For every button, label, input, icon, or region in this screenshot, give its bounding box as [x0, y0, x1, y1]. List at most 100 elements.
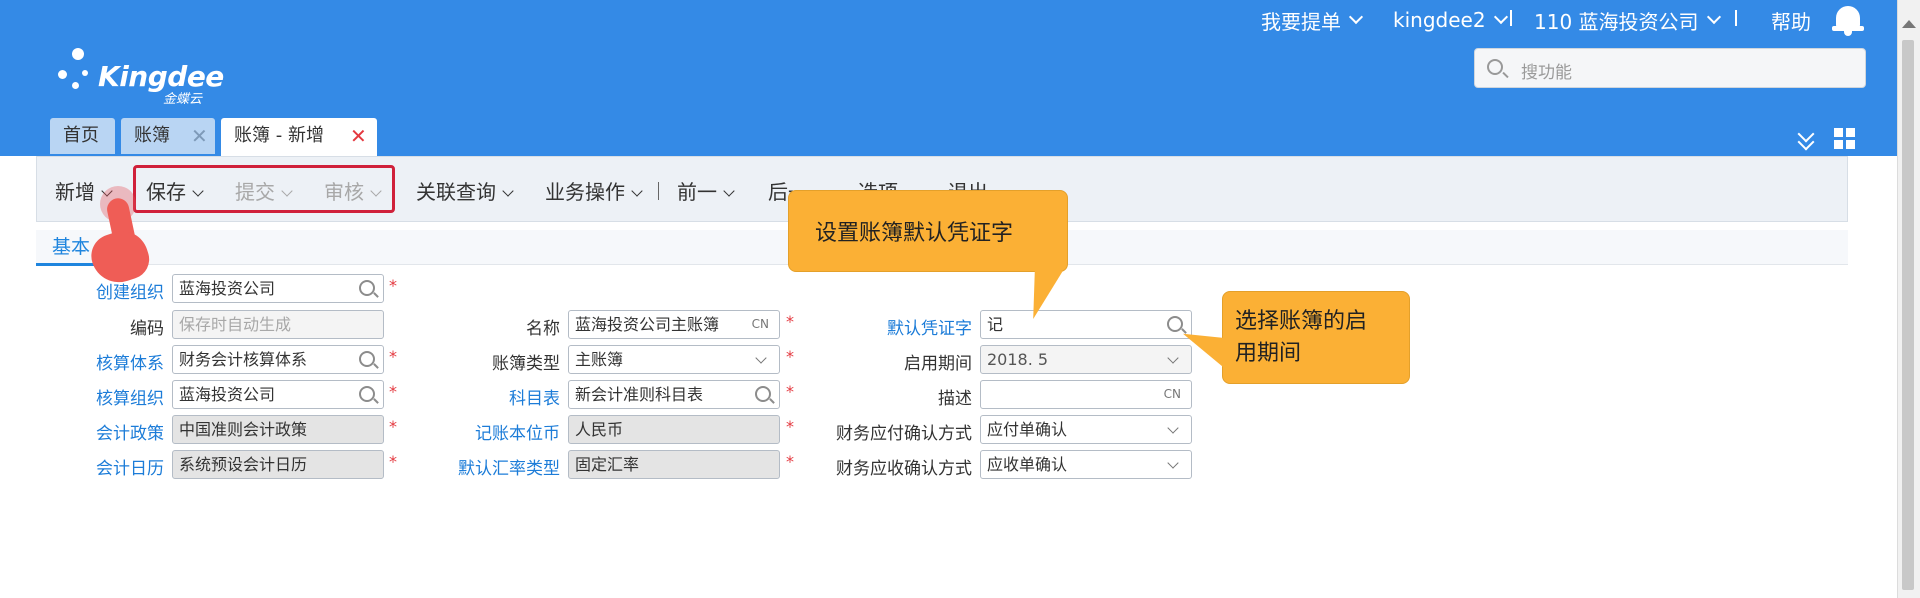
chart-of-accounts-label[interactable]: 科目表 [430, 384, 560, 409]
business-ops-button[interactable]: 业务操作 [545, 176, 643, 205]
help-link[interactable]: 帮助 [1771, 6, 1811, 34]
accounting-policy-label[interactable]: 会计政策 [60, 419, 164, 444]
create-org-value: 蓝海投资公司 [179, 279, 276, 298]
nav-separator [1510, 10, 1512, 26]
rate-type-field: 固定汇率 [568, 450, 780, 479]
logo-dot [72, 82, 79, 89]
search-placeholder: 搜功能 [1521, 63, 1572, 83]
required-mark: * [786, 347, 794, 366]
book-type-value: 主账簿 [575, 350, 624, 369]
create-org-field[interactable]: 蓝海投资公司 [172, 274, 384, 303]
tab-books-new[interactable]: 账簿 - 新增 ✕ [221, 118, 377, 156]
close-icon[interactable]: ✕ [350, 118, 367, 154]
bell-icon[interactable] [1832, 2, 1864, 36]
search-icon[interactable] [755, 386, 771, 402]
period-callout-text: 选择账簿的启 [1235, 309, 1368, 334]
kingdee-logo: Kingdee 金蝶云 [56, 48, 224, 108]
search-icon[interactable] [359, 351, 375, 367]
code-label: 编码 [130, 319, 164, 339]
required-mark: * [786, 382, 794, 401]
pointer-hand-icon [85, 186, 160, 290]
period-callout-text: 用期间 [1235, 341, 1302, 366]
close-icon[interactable]: ✕ [191, 118, 208, 154]
payable-confirm-label: 财务应付确认方式 [836, 424, 972, 444]
tab-books[interactable]: 账簿 ✕ [121, 118, 215, 154]
scroll-up-arrow[interactable] [1902, 20, 1916, 28]
search-icon[interactable] [359, 280, 375, 296]
accounting-calendar-label[interactable]: 会计日历 [60, 454, 164, 479]
receivable-confirm-value: 应收单确认 [987, 455, 1068, 474]
tab-home-label: 首页 [63, 125, 99, 146]
code-placeholder: 保存时自动生成 [179, 315, 292, 334]
required-mark: * [389, 382, 397, 401]
accounting-org-field[interactable]: 蓝海投资公司 [172, 380, 384, 409]
chevron-down-icon [631, 184, 643, 197]
rate-type-value: 固定汇率 [575, 455, 640, 474]
voucher-word-label[interactable]: 默认凭证字 [800, 314, 972, 339]
grid-icon[interactable] [1834, 128, 1856, 150]
highlight-box [133, 165, 395, 213]
required-mark: * [389, 347, 397, 366]
code-field[interactable]: 保存时自动生成 [172, 310, 384, 339]
tab-books-new-label: 账簿 - 新增 [234, 125, 324, 146]
voucher-word-value: 记 [987, 315, 1004, 334]
prev-button[interactable]: 前一 [677, 176, 735, 205]
logo-dot [72, 48, 84, 60]
required-mark: * [786, 452, 794, 471]
required-mark: * [786, 312, 794, 331]
accounting-system-value: 财务会计核算体系 [179, 350, 308, 369]
required-mark: * [389, 417, 397, 436]
submit-ticket-menu[interactable]: 我要提单 [1261, 6, 1364, 34]
logo-dot [58, 70, 67, 79]
accounting-system-label[interactable]: 核算体系 [60, 349, 164, 374]
base-currency-label[interactable]: 记账本位币 [430, 419, 560, 444]
payable-confirm-select[interactable]: 应付单确认 [980, 415, 1192, 444]
description-label: 描述 [938, 389, 972, 409]
vertical-scrollbar[interactable] [1897, 0, 1920, 598]
submit-ticket-label: 我要提单 [1261, 9, 1341, 34]
accounting-policy-field: 中国准则会计政策 [172, 415, 384, 444]
related-query-button[interactable]: 关联查询 [416, 176, 514, 205]
chevron-down-icon [723, 184, 735, 197]
chevron-down-icon [502, 184, 514, 197]
accounting-system-field[interactable]: 财务会计核算体系 [172, 345, 384, 374]
description-field[interactable]: CN [980, 380, 1192, 409]
book-type-select[interactable]: 主账簿 [568, 345, 780, 374]
search-icon [1487, 59, 1503, 75]
voucher-callout-text: 设置账簿默认凭证字 [815, 221, 1014, 246]
accounting-org-label[interactable]: 核算组织 [60, 384, 164, 409]
name-field[interactable]: 蓝海投资公司主账簿 CN [568, 310, 780, 339]
lang-indicator[interactable]: CN [1164, 381, 1181, 408]
accounting-calendar-field: 系统预设会计日历 [172, 450, 384, 479]
accounting-calendar-value: 系统预设会计日历 [179, 455, 308, 474]
voucher-word-field[interactable]: 记 [980, 310, 1192, 339]
chevron-down-icon [1348, 9, 1364, 25]
chevron-down-icon [1167, 422, 1179, 434]
rate-type-label[interactable]: 默认汇率类型 [430, 454, 560, 479]
search-icon[interactable] [1167, 316, 1183, 332]
scroll-thumb[interactable] [1902, 40, 1914, 590]
user-menu[interactable]: kingdee2 [1393, 6, 1508, 34]
required-mark: * [389, 452, 397, 471]
search-icon[interactable] [359, 386, 375, 402]
nav-separator [1735, 10, 1737, 26]
org-menu[interactable]: 110 蓝海投资公司 [1534, 6, 1721, 34]
chevron-down-icon [1706, 9, 1721, 25]
toolbar-separator [658, 182, 659, 200]
voucher-callout: 设置账簿默认凭证字 [788, 190, 1068, 272]
chevron-down-icon [755, 352, 767, 364]
lang-indicator[interactable]: CN [752, 311, 769, 338]
chart-of-accounts-field[interactable]: 新会计准则科目表 [568, 380, 780, 409]
base-currency-value: 人民币 [575, 420, 624, 439]
start-period-value: 2018. 5 [987, 350, 1049, 369]
base-currency-field: 人民币 [568, 415, 780, 444]
required-mark: * [786, 417, 794, 436]
start-period-select[interactable]: 2018. 5 [980, 345, 1192, 374]
tab-home[interactable]: 首页 [50, 118, 115, 154]
function-search-input[interactable]: 搜功能 [1474, 48, 1866, 88]
business-ops-label: 业务操作 [545, 180, 625, 204]
receivable-confirm-select[interactable]: 应收单确认 [980, 450, 1192, 479]
double-chevron-down-icon[interactable] [1796, 125, 1820, 151]
accounting-org-value: 蓝海投资公司 [179, 385, 276, 404]
prev-label: 前一 [677, 180, 717, 204]
